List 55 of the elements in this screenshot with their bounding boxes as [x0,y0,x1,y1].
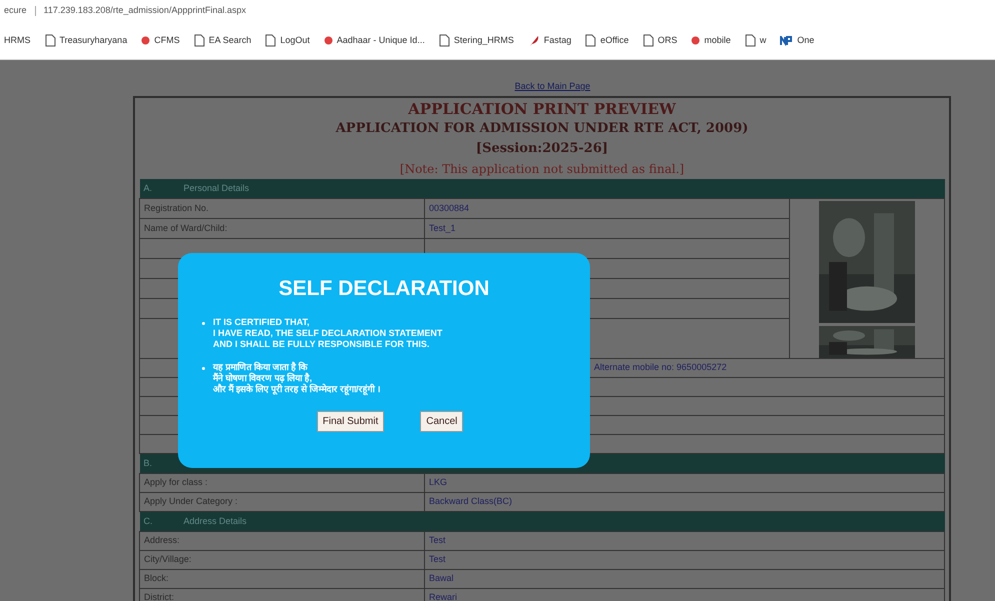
security-label: ecure [4,4,27,18]
field-label: Apply for class : [144,477,208,488]
bookmark[interactable]: ORS [642,34,678,48]
page-subtitle: APPLICATION FOR ADMISSION UNDER RTE ACT, 2009) [336,120,748,138]
field-value: Test [429,535,446,546]
section-header: A. Personal Details [140,178,944,198]
field-value: Backward Class(BC) [429,496,512,506]
submit-button[interactable]: Final Submit [316,410,384,432]
bookmark[interactable]: eOffice [585,34,629,48]
bookmark[interactable]: w [744,34,766,48]
bookmark[interactable]: EA Search [194,34,252,48]
field-value: Bawal [429,573,454,584]
page-icon [642,34,654,47]
bookmark[interactable]: CFMS [141,34,180,48]
cancel-button[interactable]: Cancel [420,410,464,432]
logo-icon [780,36,794,46]
page-icon [265,34,276,47]
field-label: City/Village: [144,554,192,564]
bookmark[interactable]: Stering_HRMS [438,34,514,48]
bookmark[interactable]: Treasuryharyana [44,34,128,48]
field-value: Rewari [429,592,458,601]
bookmark[interactable]: Fastag [528,34,572,48]
declaration-statement: यह प्रमाणित किया जाता है कि मैंने घोषणा विवरण पढ़ लिया है, और मैं इसके लिए पूरी तरह से जिम्मेदार रहूंगा/रहूंगी । [213,362,380,394]
feather-icon [528,34,540,46]
page-title: APPLICATION PRINT PREVIEW [408,98,676,118]
page-icon [194,34,205,47]
field-value: 00300884 [429,202,470,213]
bookmark[interactable]: Aadhaar - Unique Id... [324,34,425,48]
bookmark[interactable]: mobile [691,34,731,48]
bookmark[interactable]: HRMS [4,34,30,48]
dialog-title: SELF DECLARATION [278,276,490,302]
field-label: Apply Under Category : [144,496,238,506]
field-label: Block: [144,573,169,584]
field-value: LKG [429,477,448,488]
dot-icon [324,36,333,45]
section-header: C. Address Details [140,512,944,532]
page-icon [44,34,56,47]
field-value: Test [429,554,446,564]
field-label: Name of Ward/Child: [144,222,228,233]
bookmark[interactable]: One [780,34,814,48]
field-value: Test_1 [429,222,456,233]
declaration-statement: IT IS CERTIFIED THAT, I HAVE READ, THE SELF DECLARATION STATEMENT AND I SHALL BE FULLY RESPONSIBLE FOR THIS. [213,316,442,350]
page-icon [744,34,756,47]
page-icon [438,34,450,47]
address-field[interactable]: 117.239.183.208/rte_admission/AppprintFinal.aspx [44,4,246,18]
session-label: [Session:2025-26] [476,140,608,158]
field-label: Registration No. [144,202,209,213]
bookmark[interactable]: LogOut [265,34,310,48]
page-icon [585,34,596,47]
dot-icon [141,36,150,45]
field-label: Address: [144,535,180,546]
dot-icon [691,36,700,45]
field-label: District: [144,592,174,601]
field-value: Alternate mobile no: 9650005272 [594,362,727,372]
note-text: [Note: This application not submitted as final.] [400,160,684,178]
